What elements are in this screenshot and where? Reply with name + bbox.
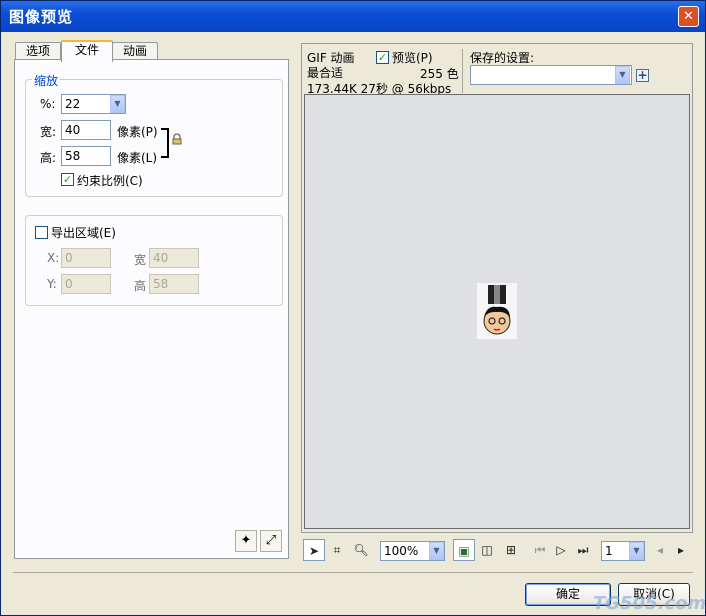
zoom-icon[interactable]: 🔍︎ (351, 539, 371, 561)
preview-checkbox[interactable]: ✓ (376, 51, 389, 64)
split-4-view-icon[interactable]: ⊞ (501, 539, 521, 561)
tab-options[interactable]: 选项 (15, 42, 61, 60)
magic-wand-icon[interactable]: ✦ (235, 530, 257, 552)
width-input[interactable]: 40 (61, 120, 111, 140)
title-bar[interactable]: 图像预览 ✕ (1, 1, 705, 32)
first-frame-icon[interactable]: ⏮ (533, 539, 547, 561)
region-height-label: 高 (134, 279, 147, 293)
percent-dropdown-chevron-icon[interactable]: ▼ (110, 95, 125, 113)
percent-label: %: (40, 97, 56, 111)
file-tab-panel: 缩放 %: 22 ▼ 宽: 40 像素(P) 高: 58 像素(L) ✓ 约束比… (14, 59, 289, 559)
height-input[interactable]: 58 (61, 146, 111, 166)
y-label: Y: (47, 277, 57, 291)
x-input[interactable]: 0 (61, 248, 111, 268)
saved-settings-select[interactable] (470, 65, 632, 85)
pointer-icon[interactable]: ➤ (303, 539, 325, 561)
prev-frame-icon[interactable]: ◂ (653, 539, 667, 561)
fit-export-icon[interactable]: ⤢ (260, 530, 282, 552)
zoom-chevron-icon[interactable]: ▼ (429, 542, 444, 560)
image-preview-dialog: 图像预览 ✕ 选项 文件 动画 缩放 %: 22 ▼ 宽: 40 像素(P) 高… (0, 0, 706, 616)
window-title: 图像预览 (9, 8, 74, 26)
height-unit-label: 像素(L) (117, 151, 158, 165)
region-height-input[interactable]: 58 (149, 274, 199, 294)
lock-icon[interactable] (171, 133, 183, 145)
saved-settings-chevron-icon[interactable]: ▼ (615, 66, 630, 84)
info-divider (462, 49, 463, 93)
scale-group-title: 缩放 (32, 72, 61, 89)
export-region-label: 导出区域(E) (51, 226, 116, 240)
quality-label: 最合适 (307, 66, 344, 80)
width-label: 宽: (40, 125, 57, 139)
width-unit-label: 像素(P) (117, 125, 158, 139)
split-2-view-icon[interactable]: ◫ (477, 539, 497, 561)
last-frame-icon[interactable]: ⏭ (575, 539, 591, 561)
x-label: X: (47, 251, 60, 265)
link-bracket (161, 128, 169, 158)
export-region-checkbox[interactable] (35, 226, 48, 239)
frame-chevron-icon[interactable]: ▼ (629, 542, 644, 560)
height-label: 高: (40, 151, 57, 165)
preview-image (477, 283, 517, 339)
region-width-input[interactable]: 40 (149, 248, 199, 268)
tab-file[interactable]: 文件 (61, 40, 113, 62)
close-icon[interactable]: ✕ (678, 6, 699, 27)
tab-animation[interactable]: 动画 (112, 42, 158, 60)
region-width-label: 宽 (134, 253, 147, 267)
y-input[interactable]: 0 (61, 274, 111, 294)
next-frame-icon[interactable]: ▸ (674, 539, 688, 561)
add-preset-icon[interactable]: + (636, 69, 649, 82)
saved-settings-label: 保存的设置: (470, 51, 535, 65)
preview-checkbox-label: 预览(P) (392, 51, 433, 65)
watermark: TG505.com (593, 593, 706, 614)
crop-icon[interactable]: ⌗ (327, 539, 347, 561)
colors-count-label: 255 色 (420, 67, 459, 81)
constrain-checkbox[interactable]: ✓ (61, 173, 74, 186)
single-view-icon[interactable]: ▣ (453, 539, 475, 561)
bottom-divider (13, 572, 693, 573)
play-icon[interactable]: ▷ (554, 539, 568, 561)
constrain-label: 约束比例(C) (77, 174, 143, 188)
